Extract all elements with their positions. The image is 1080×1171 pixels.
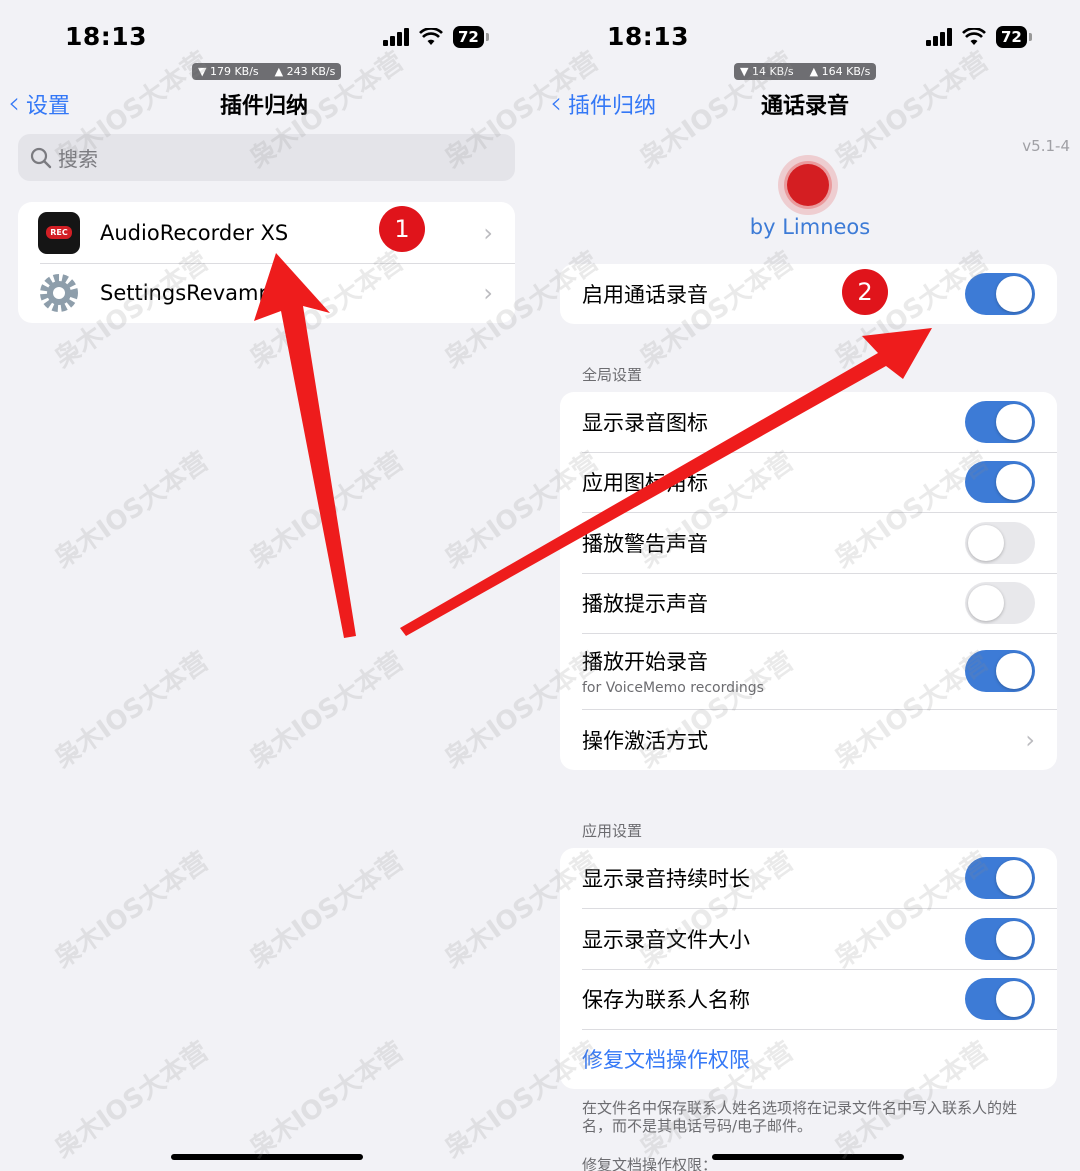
- annotation-arrows: [254, 253, 932, 638]
- arrow-to-audiorecorder: [254, 253, 356, 638]
- arrow-to-enable-toggle: [400, 328, 932, 636]
